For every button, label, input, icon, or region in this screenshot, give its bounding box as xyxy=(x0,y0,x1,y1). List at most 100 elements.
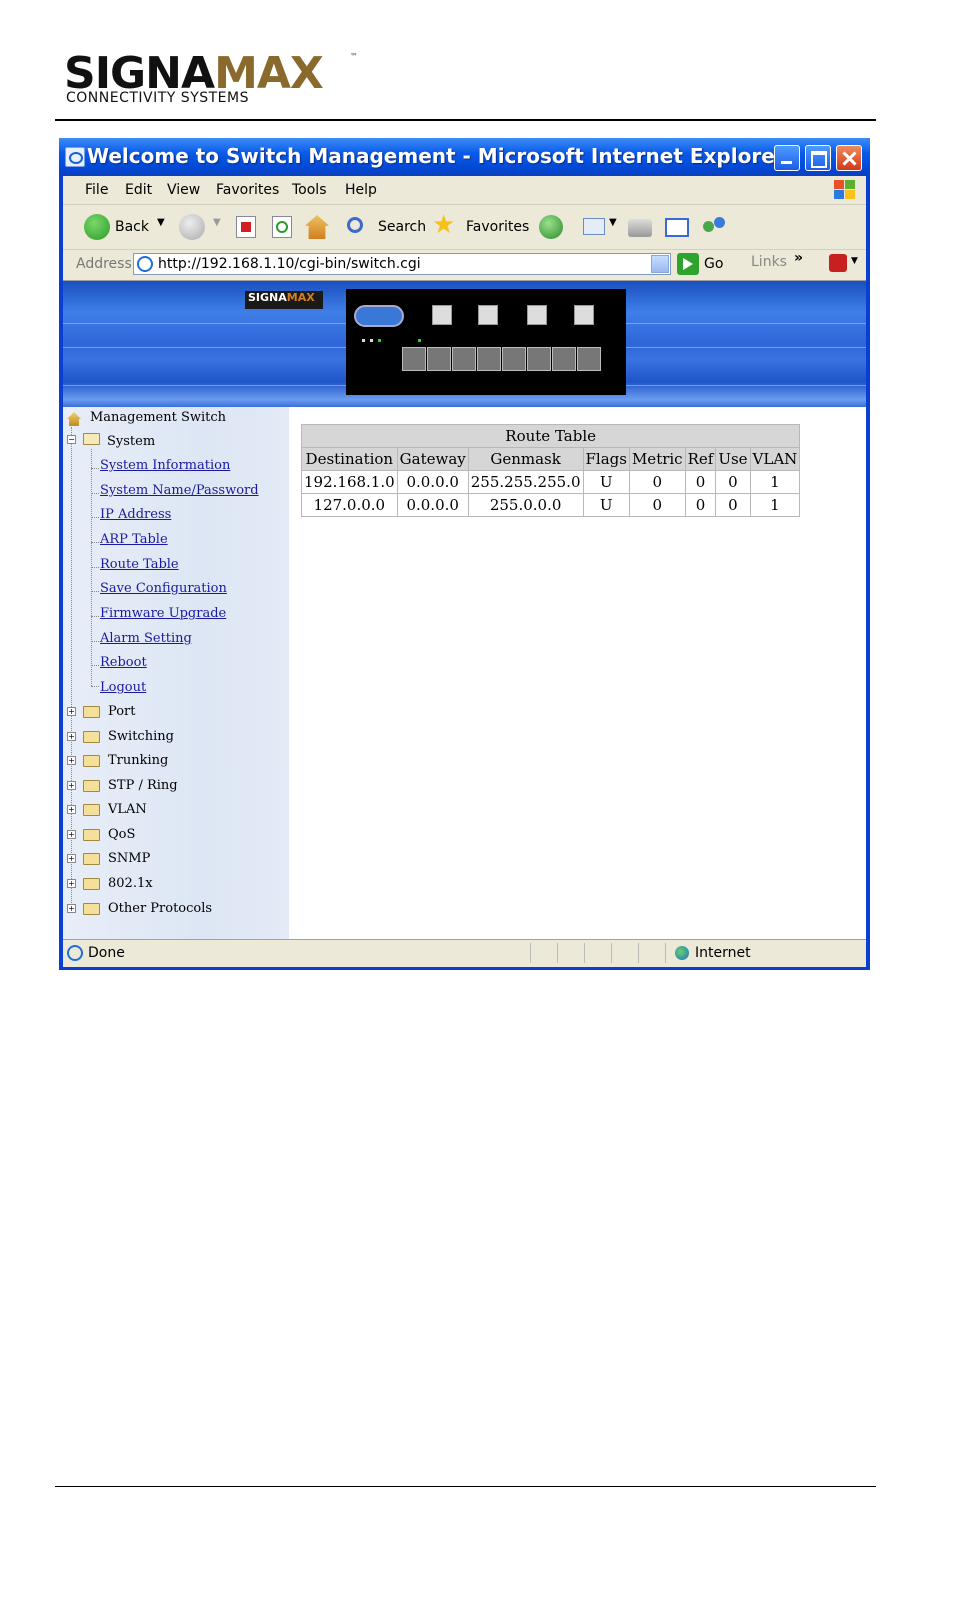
tree-folder-other-protocols[interactable]: Other Protocols xyxy=(108,901,212,916)
folder-icon xyxy=(83,706,100,718)
minimize-button[interactable] xyxy=(774,145,800,171)
address-bar: Address http://192.168.1.10/cgi-bin/swit… xyxy=(63,250,866,281)
forward-arrow-icon[interactable] xyxy=(179,214,205,240)
ethernet-port-icon xyxy=(577,347,601,371)
pdf-convert-icon[interactable] xyxy=(829,254,847,272)
folder-icon xyxy=(83,853,100,865)
address-label: Address xyxy=(76,256,132,272)
menu-edit[interactable]: Edit xyxy=(125,182,152,198)
vlan-expand-icon[interactable]: + xyxy=(67,805,76,814)
menu-view[interactable]: View xyxy=(167,182,200,198)
table-row: 127.0.0.0 0.0.0.0 255.0.0.0 U 0 0 0 1 xyxy=(301,493,801,517)
mail-icon[interactable] xyxy=(583,218,605,235)
link-route-table[interactable]: Route Table xyxy=(100,557,179,572)
tree-folder-vlan[interactable]: VLAN xyxy=(108,802,147,817)
tree-folder-trunking[interactable]: Trunking xyxy=(108,753,168,768)
ethernet-port-icon xyxy=(502,347,526,371)
tree-folder-qos[interactable]: QoS xyxy=(108,827,135,842)
menu-favorites[interactable]: Favorites xyxy=(216,182,279,198)
links-label[interactable]: Links xyxy=(751,254,787,270)
go-arrow-icon[interactable] xyxy=(677,253,699,275)
browser-window: Welcome to Switch Management - Microsoft… xyxy=(59,138,870,970)
menu-tools[interactable]: Tools xyxy=(292,182,327,198)
dot1x-expand-icon[interactable]: + xyxy=(67,879,76,888)
ethernet-port-icon xyxy=(552,347,576,371)
table-cell: U xyxy=(582,470,630,494)
stop-icon[interactable] xyxy=(236,216,256,238)
signamax-logo: SIGNAMAX ™ CONNECTIVITY SYSTEMS xyxy=(64,52,364,108)
menu-help[interactable]: Help xyxy=(345,182,377,198)
tree-folder-system[interactable]: System xyxy=(107,434,155,449)
search-icon[interactable] xyxy=(347,217,363,233)
system-collapse-icon[interactable]: − xyxy=(67,435,76,444)
link-ip-address[interactable]: IP Address xyxy=(100,507,171,522)
folder-icon xyxy=(83,780,100,792)
address-input[interactable]: http://192.168.1.10/cgi-bin/switch.cgi xyxy=(133,253,671,275)
link-alarm-setting[interactable]: Alarm Setting xyxy=(100,631,192,646)
back-arrow-icon[interactable] xyxy=(84,214,110,240)
tree-folder-snmp[interactable]: SNMP xyxy=(108,851,150,866)
folder-icon xyxy=(83,755,100,767)
table-cell: 0 xyxy=(715,493,751,517)
table-cell: 0.0.0.0 xyxy=(396,470,469,494)
table-cell: 0 xyxy=(628,470,686,494)
pdf-dropdown-icon[interactable]: ▼ xyxy=(851,256,858,266)
table-cell: U xyxy=(582,493,630,517)
column-header: Ref xyxy=(684,447,717,471)
edit-icon[interactable] xyxy=(665,218,689,237)
favorites-star-icon[interactable]: ★ xyxy=(432,210,455,240)
route-table: Route Table Destination Gateway Genmask … xyxy=(300,424,801,517)
link-system-name-password[interactable]: System Name/Password xyxy=(100,483,259,498)
go-button-label[interactable]: Go xyxy=(704,256,723,272)
tree-folder-port[interactable]: Port xyxy=(108,704,136,719)
link-logout[interactable]: Logout xyxy=(100,680,146,695)
ie-window-icon[interactable] xyxy=(65,147,85,167)
footer-rule xyxy=(55,1486,876,1487)
qos-expand-icon[interactable]: + xyxy=(67,830,76,839)
tree-folder-switching[interactable]: Switching xyxy=(108,729,174,744)
fiber-port-icon xyxy=(574,305,594,325)
tree-folder-stp-ring[interactable]: STP / Ring xyxy=(108,778,178,793)
other-protocols-expand-icon[interactable]: + xyxy=(67,904,76,913)
switching-expand-icon[interactable]: + xyxy=(67,732,76,741)
link-reboot[interactable]: Reboot xyxy=(100,655,147,670)
favorites-button-label[interactable]: Favorites xyxy=(466,219,529,235)
refresh-icon[interactable] xyxy=(272,216,292,238)
tree-folder-802-1x[interactable]: 802.1x xyxy=(108,876,153,891)
fiber-port-icon xyxy=(527,305,547,325)
console-port-icon xyxy=(354,305,404,327)
trunking-expand-icon[interactable]: + xyxy=(67,756,76,765)
tree-root-management-switch[interactable]: Management Switch xyxy=(90,410,226,425)
forward-dropdown-icon[interactable]: ▼ xyxy=(213,217,221,228)
home-icon[interactable] xyxy=(305,215,329,239)
table-cell: 192.168.1.0 xyxy=(301,470,398,494)
mail-dropdown-icon[interactable]: ▼ xyxy=(609,217,617,228)
internet-zone-icon xyxy=(675,946,689,960)
snmp-expand-icon[interactable]: + xyxy=(67,854,76,863)
links-chevron-icon[interactable]: » xyxy=(794,250,803,266)
print-icon[interactable] xyxy=(628,219,652,237)
table-cell: 0 xyxy=(684,470,717,494)
header-rule xyxy=(55,119,876,121)
folder-icon xyxy=(83,731,100,743)
title-bar[interactable]: Welcome to Switch Management - Microsoft… xyxy=(59,138,870,176)
link-firmware-upgrade[interactable]: Firmware Upgrade xyxy=(100,606,226,621)
link-save-configuration[interactable]: Save Configuration xyxy=(100,581,227,596)
back-button-label[interactable]: Back xyxy=(115,219,149,235)
address-url[interactable]: http://192.168.1.10/cgi-bin/switch.cgi xyxy=(158,256,421,272)
history-icon[interactable] xyxy=(539,215,563,239)
port-expand-icon[interactable]: + xyxy=(67,707,76,716)
table-cell: 0 xyxy=(684,493,717,517)
messenger-icon[interactable] xyxy=(703,217,727,237)
search-button-label[interactable]: Search xyxy=(378,219,426,235)
address-dropdown-icon[interactable] xyxy=(651,255,669,273)
maximize-button[interactable] xyxy=(805,145,831,171)
link-system-information[interactable]: System Information xyxy=(100,458,230,473)
link-arp-table[interactable]: ARP Table xyxy=(100,532,168,547)
close-button[interactable] xyxy=(836,145,862,171)
route-table-caption: Route Table xyxy=(300,424,801,448)
menu-file[interactable]: File xyxy=(85,182,108,198)
back-dropdown-icon[interactable]: ▼ xyxy=(157,217,165,228)
table-cell: 255.255.255.0 xyxy=(467,470,584,494)
stp-ring-expand-icon[interactable]: + xyxy=(67,781,76,790)
